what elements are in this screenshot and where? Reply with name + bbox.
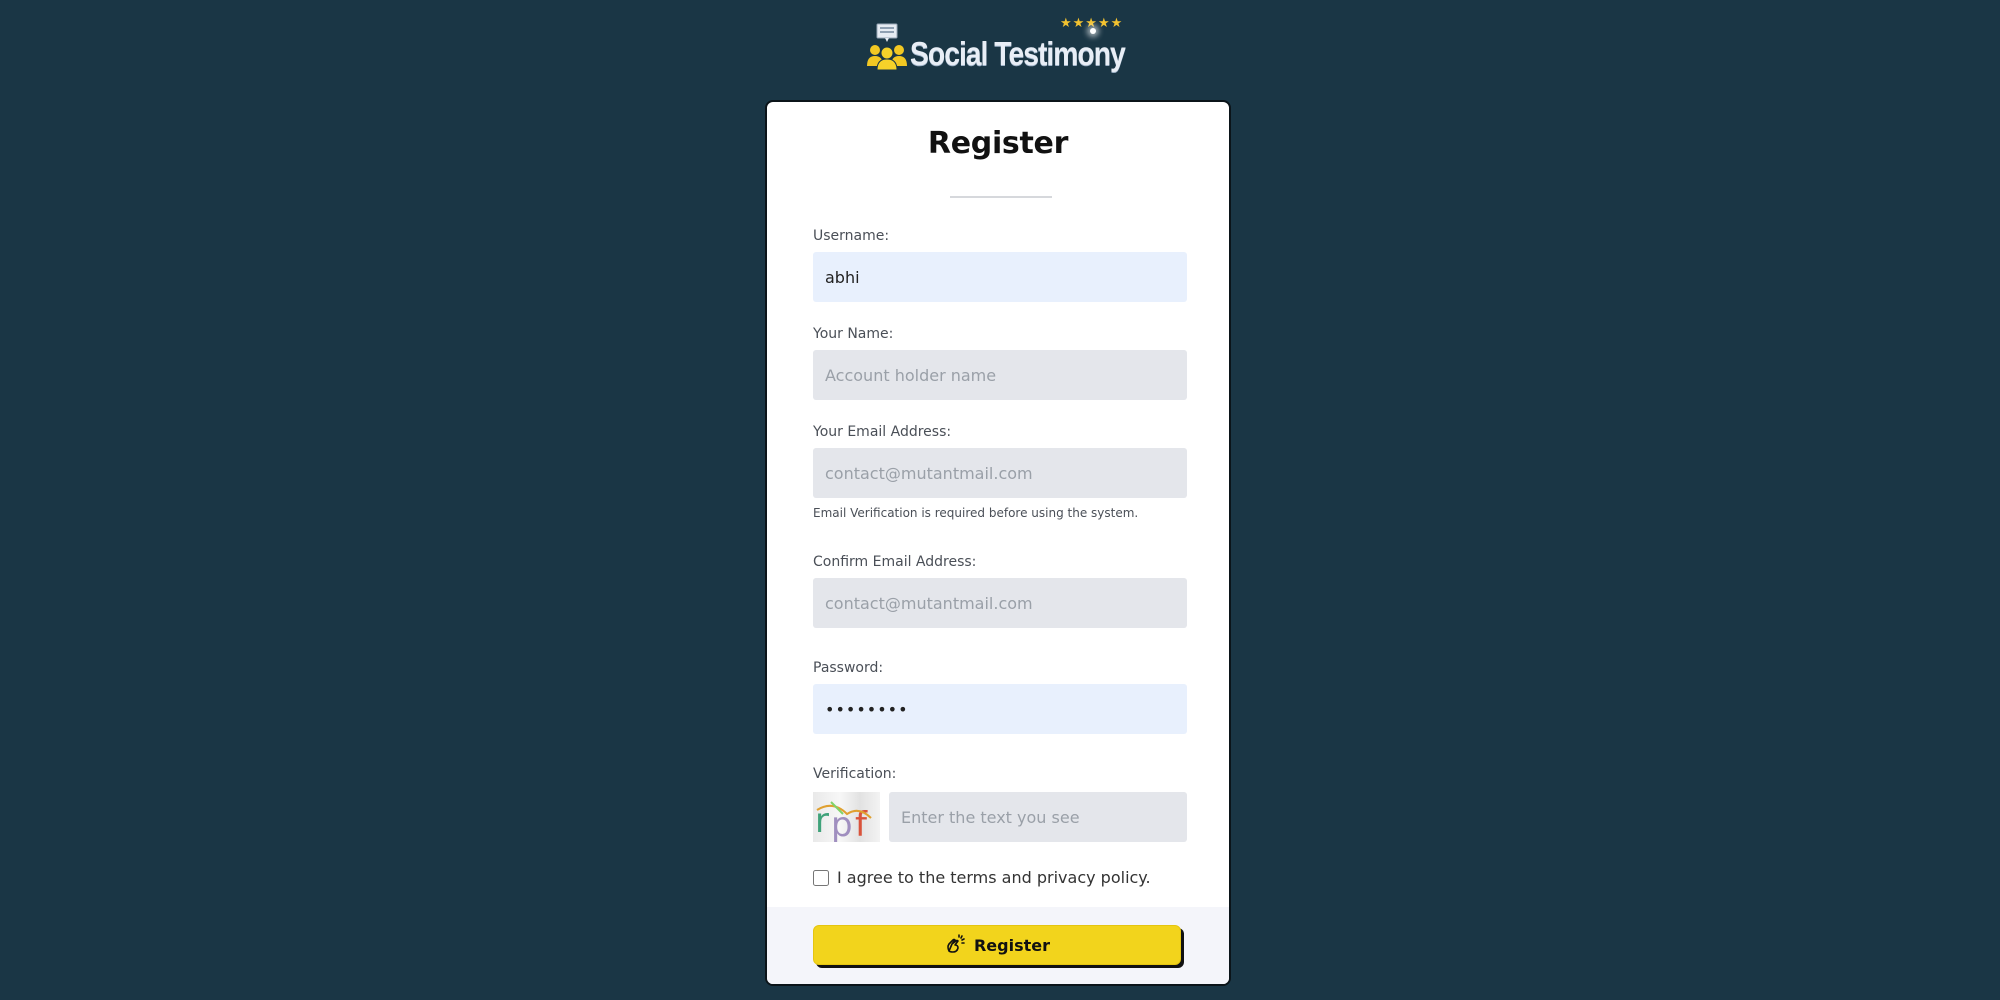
page-title: Register <box>927 126 1069 161</box>
register-button[interactable]: Register <box>813 925 1181 965</box>
name-label: Your Name: <box>813 326 894 342</box>
terms-agree: I agree to the terms and privacy policy. <box>813 868 1151 887</box>
register-button-label: Register <box>973 935 1051 955</box>
rating-stars-icon: ★★★★★ <box>1060 17 1123 34</box>
register-card: Register Username: Your Name: Your Email… <box>765 100 1231 986</box>
email-helper-text: Email Verification is required before us… <box>813 506 1139 520</box>
sparkle-icon <box>1090 28 1096 34</box>
email-input[interactable] <box>813 448 1187 498</box>
captcha-input[interactable] <box>889 792 1187 842</box>
verification-label: Verification: <box>813 766 897 782</box>
name-input[interactable] <box>813 350 1187 400</box>
confirm-email-input[interactable] <box>813 578 1187 628</box>
password-input[interactable] <box>813 684 1187 734</box>
password-label: Password: <box>813 660 884 676</box>
confirm-email-label: Confirm Email Address: <box>813 554 977 570</box>
brand-name: Social Testimony <box>910 35 1126 72</box>
terms-checkbox[interactable] <box>813 869 829 886</box>
people-chat-icon <box>866 22 908 74</box>
terms-label[interactable]: I agree to the terms and privacy policy. <box>837 868 1151 887</box>
email-label: Your Email Address: <box>813 424 952 440</box>
title-divider <box>950 196 1052 198</box>
snap-hand-icon <box>944 931 968 959</box>
username-label: Username: <box>813 228 890 244</box>
username-input[interactable] <box>813 252 1187 302</box>
captcha-image: r p f <box>813 792 880 842</box>
